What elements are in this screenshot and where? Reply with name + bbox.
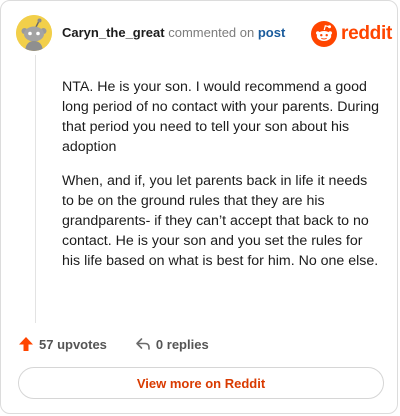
view-more-button[interactable]: View more on Reddit — [18, 367, 384, 399]
post-link[interactable]: post — [258, 25, 285, 40]
upvote-count: 57 upvotes — [39, 336, 107, 352]
reddit-wordmark: reddit — [341, 23, 392, 44]
comment-paragraph: When, and if, you let parents back in li… — [62, 173, 379, 269]
upvote-arrow-icon — [19, 337, 33, 351]
reddit-alien-icon — [311, 21, 337, 47]
reply-button[interactable]: 0 replies — [135, 336, 209, 352]
comment-paragraph: NTA. He is your son. I would recommend a… — [62, 79, 380, 155]
reddit-brand-logo[interactable]: reddit — [311, 21, 392, 47]
upvote-button[interactable]: 57 upvotes — [18, 336, 107, 352]
comment-header: Caryn_the_great commented on post — [62, 25, 285, 40]
reply-count: 0 replies — [155, 336, 209, 352]
thread-line — [35, 55, 36, 323]
comment-body: NTA. He is your son. I would recommend a… — [62, 77, 382, 285]
commented-on-text: commented on — [168, 25, 255, 40]
reply-icon — [136, 338, 150, 350]
snoo-avatar-icon — [16, 15, 52, 51]
embedded-comment-card: Caryn_the_great commented on post reddit… — [0, 0, 398, 414]
username-link[interactable]: Caryn_the_great — [62, 25, 165, 40]
user-avatar[interactable] — [16, 15, 52, 51]
comment-actions: 57 upvotes 0 replies — [18, 334, 209, 354]
